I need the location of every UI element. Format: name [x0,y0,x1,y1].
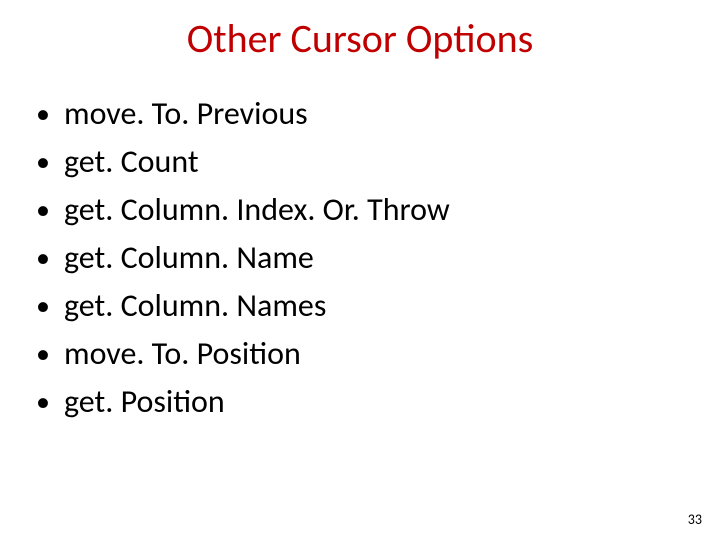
bullet-text: get. Column. Name [64,238,314,277]
bullet-text: get. Position [64,382,225,421]
bullet-text: get. Column. Index. Or. Throw [64,190,450,229]
bullet-list: move. To. Previous get. Count get. Colum… [28,90,680,426]
bullet-text: get. Count [64,142,199,181]
page-number: 33 [688,511,702,528]
list-item: get. Column. Names [28,282,680,330]
list-item: move. To. Previous [28,90,680,138]
list-item: get. Column. Name [28,234,680,282]
list-item: move. To. Position [28,330,680,378]
bullet-text: get. Column. Names [64,286,326,325]
list-item: get. Column. Index. Or. Throw [28,186,680,234]
bullet-text: move. To. Previous [64,94,308,133]
slide-title: Other Cursor Options [0,14,720,63]
bullet-text: move. To. Position [64,334,301,373]
list-item: get. Position [28,378,680,426]
list-item: get. Count [28,138,680,186]
slide-body: move. To. Previous get. Count get. Colum… [28,90,680,426]
slide: Other Cursor Options move. To. Previous … [0,0,720,540]
